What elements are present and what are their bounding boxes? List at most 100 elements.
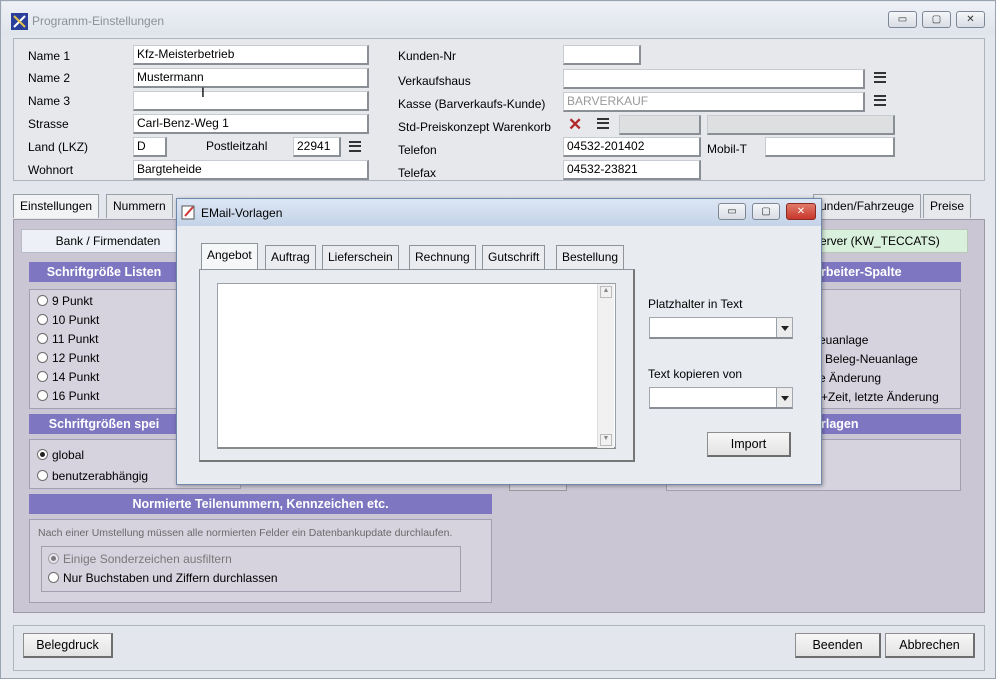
title-bar: Programm-Einstellungen ▭ ▢ ✕ [2, 2, 995, 35]
app-tools-icon [11, 13, 28, 30]
verkaufshaus-field[interactable] [563, 69, 865, 89]
preiskonzept-list-icon[interactable] [597, 118, 609, 129]
speichern-header: Schriftgrößen spei [29, 414, 179, 434]
minimize-icon: ▭ [727, 206, 737, 217]
close-button[interactable]: ✕ [956, 11, 985, 28]
dialog-tab-row: Angebot Auftrag Lieferschein Rechnung Gutsch… [201, 243, 636, 271]
dialog-tab-gutschrift[interactable]: Gutschrift [482, 245, 546, 269]
telefax-field[interactable]: 04532-23821 [563, 160, 701, 180]
font-size-radio[interactable] [37, 390, 48, 401]
close-icon: ✕ [966, 14, 975, 25]
mobil-label: Mobil-T [707, 142, 748, 156]
tab-einstellungen[interactable]: Einstellungen [13, 194, 100, 218]
dialog-tab-auftrag[interactable]: Auftrag [265, 245, 316, 269]
font-size-label: 12 Punkt [52, 351, 100, 365]
global-radio[interactable] [37, 449, 48, 460]
scroll-up-icon[interactable]: ▲ [600, 286, 612, 298]
vorlagen-header: rlagen [809, 414, 961, 434]
land-field[interactable]: D [133, 137, 167, 157]
name3-field[interactable] [133, 91, 369, 111]
tab-preise[interactable]: Preise [923, 194, 972, 218]
minimize-button[interactable]: ▭ [888, 11, 917, 28]
tab-kunden-fahrzeuge[interactable]: unden/Fahrzeuge [813, 194, 922, 218]
edit-document-icon [181, 205, 195, 220]
scroll-down-icon[interactable]: ▼ [600, 434, 612, 446]
textarea-scrollbar[interactable]: ▲ ▼ [597, 284, 614, 448]
dialog-tab-angebot[interactable]: Angebot [201, 243, 258, 270]
spalte-item-1: Beleg-Neuanlage [825, 352, 918, 366]
name2-label: Name 2 [28, 71, 71, 85]
close-icon: ✕ [796, 206, 806, 217]
name2-field[interactable]: Mustermann [133, 68, 369, 88]
font-size-label: 14 Punkt [52, 370, 100, 384]
kopieren-select[interactable] [649, 387, 793, 409]
text-cursor-icon: I [201, 84, 205, 100]
window-title: Programm-Einstellungen [32, 14, 165, 28]
font-size-label: 10 Punkt [52, 313, 100, 327]
buchstaben-radio[interactable] [48, 572, 59, 583]
maximize-icon: ▢ [931, 14, 942, 25]
font-size-label: 11 Punkt [52, 332, 99, 346]
kopieren-label: Text kopieren von [648, 367, 743, 381]
font-size-radio[interactable] [37, 295, 48, 306]
beenden-button[interactable]: Beenden [795, 633, 881, 658]
preiskonzept-label: Std-Preiskonzept Warenkorb [398, 120, 551, 134]
maximize-icon: ▢ [761, 206, 771, 217]
font-size-label: 16 Punkt [52, 389, 100, 403]
strasse-field[interactable]: Carl-Benz-Weg 1 [133, 114, 369, 134]
main-window: Programm-Einstellungen ▭ ▢ ✕ Name 1 Kfz-… [0, 0, 996, 679]
font-size-label: 9 Punkt [52, 294, 93, 308]
minimize-icon: ▭ [897, 14, 908, 25]
name1-field[interactable]: Kfz-Meisterbetrieb [133, 45, 369, 65]
font-size-radio[interactable] [37, 314, 48, 325]
mobil-field[interactable] [765, 137, 895, 157]
import-button[interactable]: Import [707, 432, 791, 457]
tab-nummern[interactable]: Nummern [106, 194, 173, 218]
kunden-nr-field[interactable] [563, 45, 641, 65]
dialog-tab-lieferschein[interactable]: Lieferschein [322, 245, 399, 269]
font-size-radio[interactable] [37, 352, 48, 363]
buchstaben-label: Nur Buchstaben und Ziffern durchlassen [63, 571, 278, 585]
font-size-radio[interactable] [37, 371, 48, 382]
benutzer-label: benutzerabhängig [52, 469, 149, 483]
spalte-item-0: euanlage [819, 333, 869, 347]
plz-field[interactable]: 22941 [293, 137, 341, 157]
dialog-maximize-button[interactable]: ▢ [752, 203, 780, 220]
benutzer-radio[interactable] [37, 470, 48, 481]
spalte-item-3: +Zeit, letzte Änderung [821, 390, 939, 404]
subtab-bank[interactable]: Bank / Firmendaten [21, 229, 195, 253]
clear-x-icon[interactable]: ✕ [568, 115, 582, 135]
abbrechen-button[interactable]: Abbrechen [885, 633, 975, 658]
telefon-field[interactable]: 04532-201402 [563, 137, 701, 157]
kasse-list-icon[interactable] [874, 95, 886, 106]
telefon-label: Telefon [398, 143, 437, 157]
kasse-field[interactable]: BARVERKAUF [563, 92, 865, 112]
spalte-item-2: e Änderung [819, 371, 882, 385]
normiert-header: Normierte Teilenummern, Kennzeichen etc. [29, 494, 492, 514]
maximize-button[interactable]: ▢ [922, 11, 951, 28]
dialog-title: EMail-Vorlagen [201, 206, 283, 220]
chevron-down-icon [776, 318, 792, 337]
subtab-server[interactable]: erver (KW_TECCATS) [809, 229, 968, 253]
strasse-label: Strasse [28, 117, 69, 131]
wohnort-field[interactable]: Bargteheide [133, 160, 369, 180]
sonderzeichen-radio[interactable] [48, 553, 59, 564]
dialog-tab-bestellung[interactable]: Bestellung [556, 245, 625, 269]
preiskonzept-field[interactable] [619, 115, 701, 135]
kasse-label: Kasse (Barverkaufs-Kunde) [398, 97, 546, 111]
email-vorlagen-dialog: EMail-Vorlagen ▭ ▢ ✕ Angebot Auftrag Liefe… [176, 198, 822, 485]
preiskonzept-name-field[interactable] [707, 115, 895, 135]
kunden-nr-label: Kunden-Nr [398, 49, 457, 63]
dialog-tab-rechnung[interactable]: Rechnung [409, 245, 476, 269]
name3-label: Name 3 [28, 94, 71, 108]
template-textarea[interactable] [217, 283, 616, 449]
platzhalter-select[interactable] [649, 317, 793, 339]
belegdruck-button[interactable]: Belegdruck [23, 633, 113, 658]
global-label: global [52, 448, 85, 462]
dialog-close-button[interactable]: ✕ [786, 203, 816, 220]
font-size-radio[interactable] [37, 333, 48, 344]
dialog-minimize-button[interactable]: ▭ [718, 203, 746, 220]
plz-list-icon[interactable] [349, 141, 361, 152]
normiert-note: Nach einer Umstellung müssen alle normie… [38, 527, 453, 539]
verkaufshaus-list-icon[interactable] [874, 72, 886, 83]
